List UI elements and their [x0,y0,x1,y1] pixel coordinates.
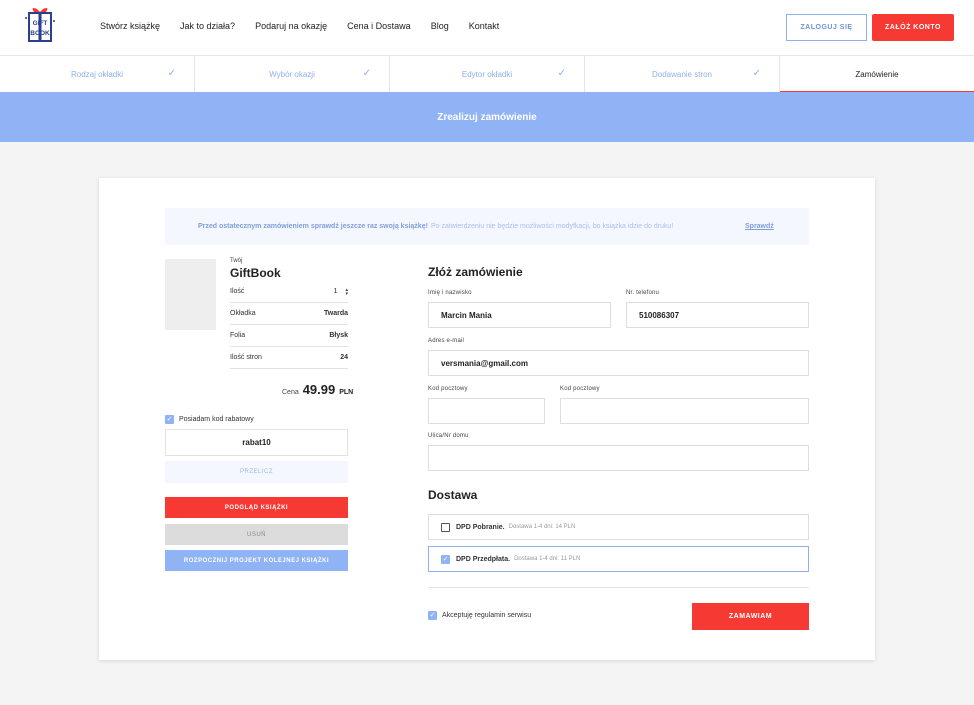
phone-label: Nr. telefonu [626,290,660,296]
svg-text:GIFT: GIFT [33,20,48,27]
order-card: Przed ostatecznym zamówieniem sprawdź je… [99,178,875,660]
checkmark-icon: ✓ [362,68,371,79]
promo-code-input[interactable]: rabat10 [165,429,348,456]
nav-blog[interactable]: Blog [431,21,449,31]
login-button[interactable]: ZALOGUJ SIĘ [786,14,867,41]
checkmark-icon: ✓ [557,68,566,79]
postal-code-field[interactable] [428,398,545,424]
shipping-title: Dostawa [428,488,478,502]
preview-book-button[interactable]: PODGLĄD KSIĄŻKI [165,497,348,518]
stepper-arrows-icon[interactable]: ▴ ▾ [345,287,348,296]
shipping-option-cod[interactable]: DPD Pobranie. Dostawa 1-4 dni: 14 PLN [428,514,809,540]
quantity-stepper[interactable]: 1 ▴ ▾ [334,287,348,296]
nav-how-it-works[interactable]: Jak to działa? [180,21,235,31]
register-button[interactable]: ZAŁÓŻ KONTO [872,14,954,41]
checkbox-checked-icon: ✓ [165,415,174,424]
checkbox-checked-icon: ✓ [441,554,450,564]
wizard-steps: Rodzaj okładki ✓ Wybór okazji ✓ Edytor okł… [0,55,974,93]
giftbook-logo[interactable]: GIFT BOOK [24,6,56,44]
promo-code-checkbox[interactable]: ✓ Posiadam kod rabatowy [165,415,254,424]
nav-contact[interactable]: Kontakt [469,21,500,31]
svg-text:BOOK: BOOK [30,30,50,37]
new-project-button[interactable]: ROZPOCZNIJ PROJEKT KOLEJNEJ KSIĄŻKI [165,550,348,571]
spec-row-quantity: Ilość 1 ▴ ▾ [230,281,348,303]
phone-field[interactable]: 510086307 [626,302,809,328]
spec-row-cover: Okładka Twarda [230,303,348,325]
shipping-option-prepaid[interactable]: ✓ DPD Przedpłata. Dostawa 1-4 dni: 11 PL… [428,546,809,572]
nav-gift-occasion[interactable]: Podaruj na okazję [255,21,327,31]
step-order[interactable]: Zamówienie [780,56,974,93]
recalculate-button[interactable]: PRZELICZ [165,461,348,483]
terms-checkbox[interactable]: ✓ Akceptuję regulamin serwisu [428,611,531,620]
summary-your: Twój [230,258,243,264]
summary-title: GiftBook [230,266,281,280]
street-field[interactable] [428,445,809,471]
book-thumbnail [165,259,216,330]
nav-price-delivery[interactable]: Cena i Dostawa [347,21,411,31]
name-field[interactable]: Marcin Mania [428,302,611,328]
step-cover-editor[interactable]: Edytor okładki ✓ [390,56,585,92]
checkmark-icon: ✓ [752,68,761,79]
checkbox-unchecked-icon [441,522,450,532]
email-field[interactable]: versmania@gmail.com [428,350,809,376]
nav-create-book[interactable]: Stwórz książkę [100,21,160,31]
city-field[interactable] [560,398,809,424]
price-value: 49.99 [302,382,336,397]
checkmark-icon: ✓ [167,68,176,79]
name-label: Imię i nazwisko [428,290,472,296]
street-label: Ulica/Nr domu [428,433,469,439]
spec-row-foil: Folia Błysk [230,325,348,347]
top-bar: GIFT BOOK Stwórz książkę Jak to działa? … [0,0,974,55]
postal-code-label: Kod pocztowy [428,386,468,392]
delete-button[interactable]: USUŃ [165,524,348,545]
city-label: Kod pocztowy [560,386,600,392]
page-banner: Zrealizuj zamówienie [0,92,974,142]
check-notice: Przed ostatecznym zamówieniem sprawdź je… [165,208,809,245]
email-label: Adres e-mail [428,338,465,344]
step-add-pages[interactable]: Dodawanie stron ✓ [585,56,780,92]
place-order-button[interactable]: ZAMAWIAM [692,603,809,630]
step-occasion[interactable]: Wybór okazji ✓ [195,56,390,92]
spec-row-pages: Ilość stron 24 [230,347,348,369]
check-book-link[interactable]: Sprawdź [745,223,774,230]
price: Cena 49.99 PLN [282,382,354,397]
checkbox-checked-icon: ✓ [428,611,437,620]
divider [428,587,809,588]
step-cover-type[interactable]: Rodzaj okładki ✓ [0,56,195,92]
main-nav: Stwórz książkę Jak to działa? Podaruj na… [100,21,519,31]
order-title: Złóż zamówienie [428,265,523,279]
